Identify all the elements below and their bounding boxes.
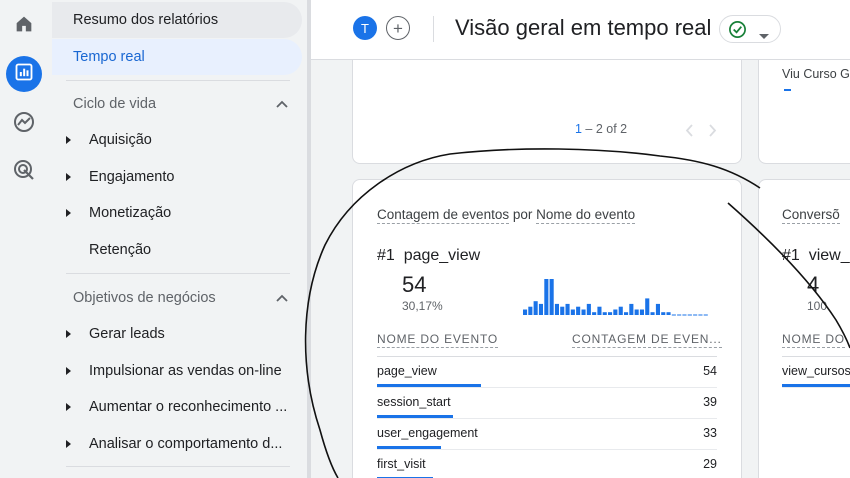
freehand-annotation: [304, 148, 850, 478]
